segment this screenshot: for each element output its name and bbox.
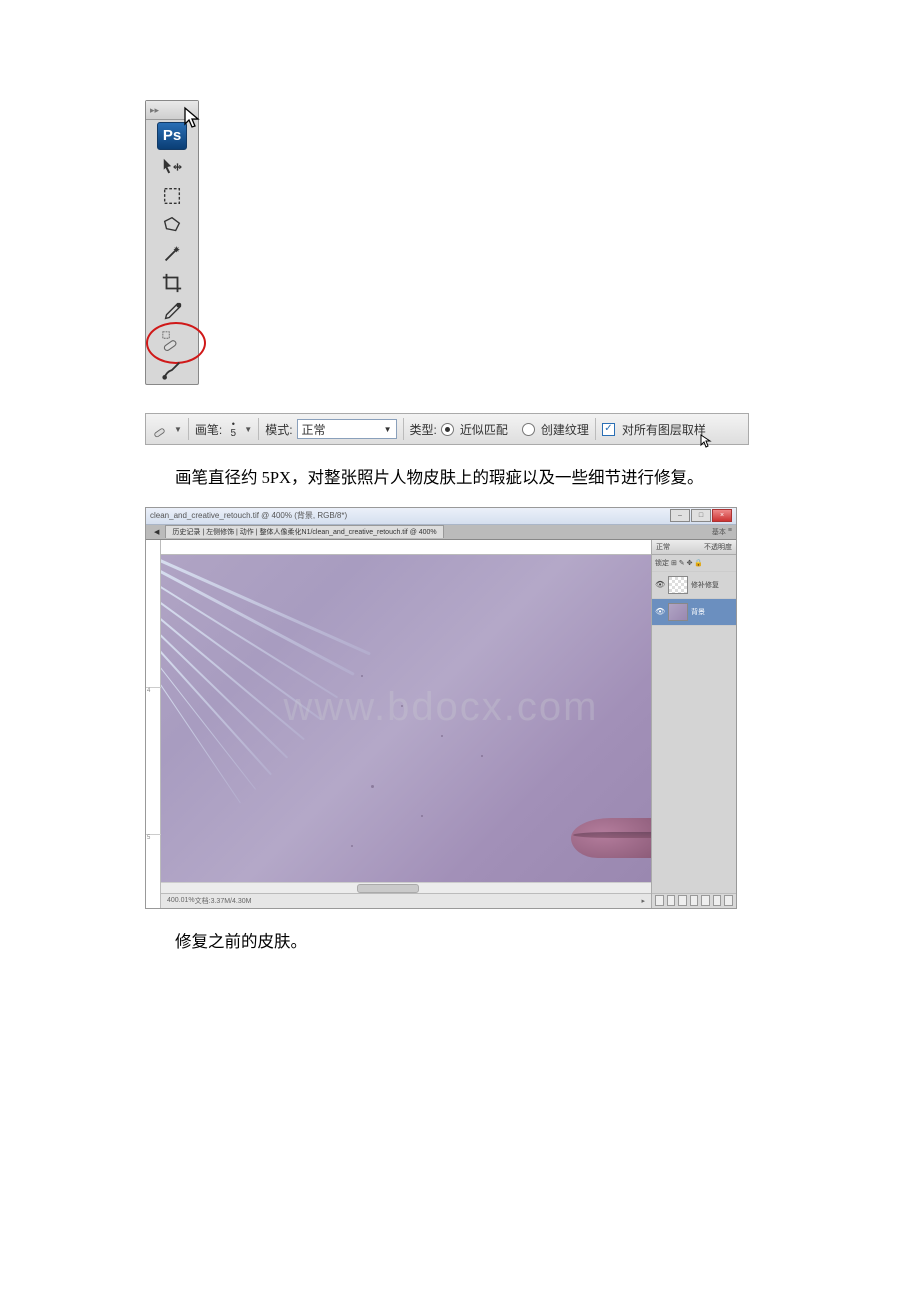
window-controls: – □ ×	[670, 509, 732, 522]
type-label: 类型:	[410, 421, 437, 438]
radio-texture-label: 创建纹理	[541, 421, 589, 438]
move-tool-icon	[161, 156, 183, 178]
brush-tool[interactable]	[148, 355, 196, 384]
window-titlebar: clean_and_creative_retouch.tif @ 400% (背…	[146, 508, 736, 525]
close-button[interactable]: ×	[712, 509, 732, 522]
checkbox-sample-label: 对所有图层取样	[622, 421, 706, 438]
toolbox-header[interactable]: ▸▸	[146, 101, 198, 120]
new-layer-icon[interactable]	[713, 895, 722, 906]
vertical-ruler: 4 5	[146, 540, 161, 908]
brush-size-picker[interactable]: • 5	[226, 420, 240, 438]
divider	[403, 418, 404, 440]
photoshop-toolbox-region: ▸▸ Ps	[145, 100, 200, 385]
layer-row[interactable]: 👁 背景	[652, 599, 736, 626]
tab-basic-button[interactable]: 基本	[712, 527, 726, 537]
marquee-tool-icon	[161, 185, 183, 207]
visibility-toggle-icon[interactable]: 👁	[655, 607, 665, 617]
layer-row[interactable]: 👁 修补修复	[652, 572, 736, 599]
instruction-paragraph-2: 修复之前的皮肤。	[0, 927, 920, 957]
dropdown-arrow-icon: ▼	[384, 425, 392, 434]
tool-options-bar: ▼ 画笔: • 5 ▼ 模式: 正常 ▼ 类型: 近似匹配 创建纹理 对所有图层…	[145, 413, 749, 445]
layer-thumbnail	[668, 603, 688, 621]
visibility-toggle-icon[interactable]: 👁	[655, 580, 665, 590]
divider	[188, 418, 189, 440]
scrollbar-thumb[interactable]	[357, 884, 419, 893]
doc-size-readout: 文档:3.37M/4.30M	[195, 896, 252, 906]
layer-thumbnail	[668, 576, 688, 594]
current-tool-icon	[152, 420, 170, 438]
magic-wand-tool-icon	[161, 243, 183, 265]
healing-brush-tool[interactable]	[148, 326, 196, 355]
minimize-button[interactable]: –	[670, 509, 690, 522]
radio-proximity-match[interactable]	[441, 423, 454, 436]
status-bar: 400.01% 文档:3.37M/4.30M ▸	[161, 893, 651, 908]
brush-tool-icon	[161, 359, 183, 381]
toolbox-panel: ▸▸ Ps	[145, 100, 199, 385]
radio-proximity-label: 近似匹配	[460, 421, 508, 438]
crop-tool[interactable]	[148, 268, 196, 297]
instruction-paragraph-1: 画笔直径约 5PX，对整张照片人物皮肤上的瑕疵以及一些细节进行修复。	[0, 463, 920, 493]
fx-icon[interactable]	[667, 895, 676, 906]
divider	[595, 418, 596, 440]
marquee-tool[interactable]	[148, 181, 196, 210]
mask-icon[interactable]	[678, 895, 687, 906]
trash-icon[interactable]	[724, 895, 733, 906]
layer-name: 修补修复	[691, 580, 719, 590]
lip-line	[573, 832, 651, 838]
status-arrow[interactable]: ▸	[641, 897, 645, 905]
eyedropper-tool-icon	[161, 301, 183, 323]
group-icon[interactable]	[701, 895, 710, 906]
tab-menu-button[interactable]: ≡	[728, 527, 732, 537]
horizontal-scrollbar[interactable]	[161, 882, 651, 893]
brush-label: 画笔:	[195, 421, 222, 438]
healing-brush-tool-icon	[161, 330, 183, 352]
lasso-tool-icon	[161, 214, 183, 236]
lock-row: 锁定 ⊞ ✎ ✥ 🔒	[652, 555, 736, 572]
right-panels: 正常 不透明度 锁定 ⊞ ✎ ✥ 🔒 👁 修补修复 👁 背景	[651, 540, 736, 908]
horizontal-ruler	[161, 540, 651, 555]
image-canvas[interactable]: www.bdocx.com	[161, 555, 651, 882]
blend-mode-select[interactable]: 正常 ▼	[297, 419, 397, 439]
lock-label: 锁定	[655, 558, 669, 568]
tab-nav-prev[interactable]: ◀	[154, 528, 159, 536]
blend-mode-mini: 正常	[656, 542, 670, 552]
move-tool[interactable]	[148, 152, 196, 181]
mode-label: 模式:	[265, 421, 292, 438]
zoom-readout: 400.01%	[167, 897, 195, 904]
crop-tool-icon	[161, 272, 183, 294]
divider	[258, 418, 259, 440]
photoshop-logo: Ps	[157, 122, 187, 150]
layer-name: 背景	[691, 607, 705, 617]
radio-create-texture[interactable]	[522, 423, 535, 436]
opacity-mini-label: 不透明度	[704, 542, 732, 552]
photoshop-document-window: clean_and_creative_retouch.tif @ 400% (背…	[145, 507, 737, 909]
layers-panel-header[interactable]: 正常 不透明度	[652, 540, 736, 555]
blend-mode-value: 正常	[302, 421, 326, 438]
maximize-button[interactable]: □	[691, 509, 711, 522]
tool-preset-dropdown[interactable]: ▼	[174, 425, 182, 434]
lasso-tool[interactable]	[148, 210, 196, 239]
checkbox-sample-all-layers[interactable]	[602, 423, 615, 436]
link-layers-icon[interactable]	[655, 895, 664, 906]
layers-panel-footer	[652, 893, 736, 908]
eyedropper-tool[interactable]	[148, 297, 196, 326]
tab-path-readout[interactable]: 历史记录 | 左侧修饰 | 动作 | 整体人像柔化N1/clean_and_cr…	[165, 525, 443, 538]
brush-dropdown[interactable]: ▼	[244, 425, 252, 434]
collapse-chevron-icon: ▸▸	[150, 105, 159, 116]
window-title: clean_and_creative_retouch.tif @ 400% (背…	[150, 510, 347, 521]
document-tab-strip: ◀ 历史记录 | 左侧修饰 | 动作 | 整体人像柔化N1/clean_and_…	[146, 525, 736, 540]
adjustment-icon[interactable]	[690, 895, 699, 906]
lock-icons[interactable]: ⊞ ✎ ✥ 🔒	[671, 559, 703, 567]
lip-shape	[571, 818, 651, 858]
magic-wand-tool[interactable]	[148, 239, 196, 268]
cursor-arrow-icon	[700, 434, 712, 451]
